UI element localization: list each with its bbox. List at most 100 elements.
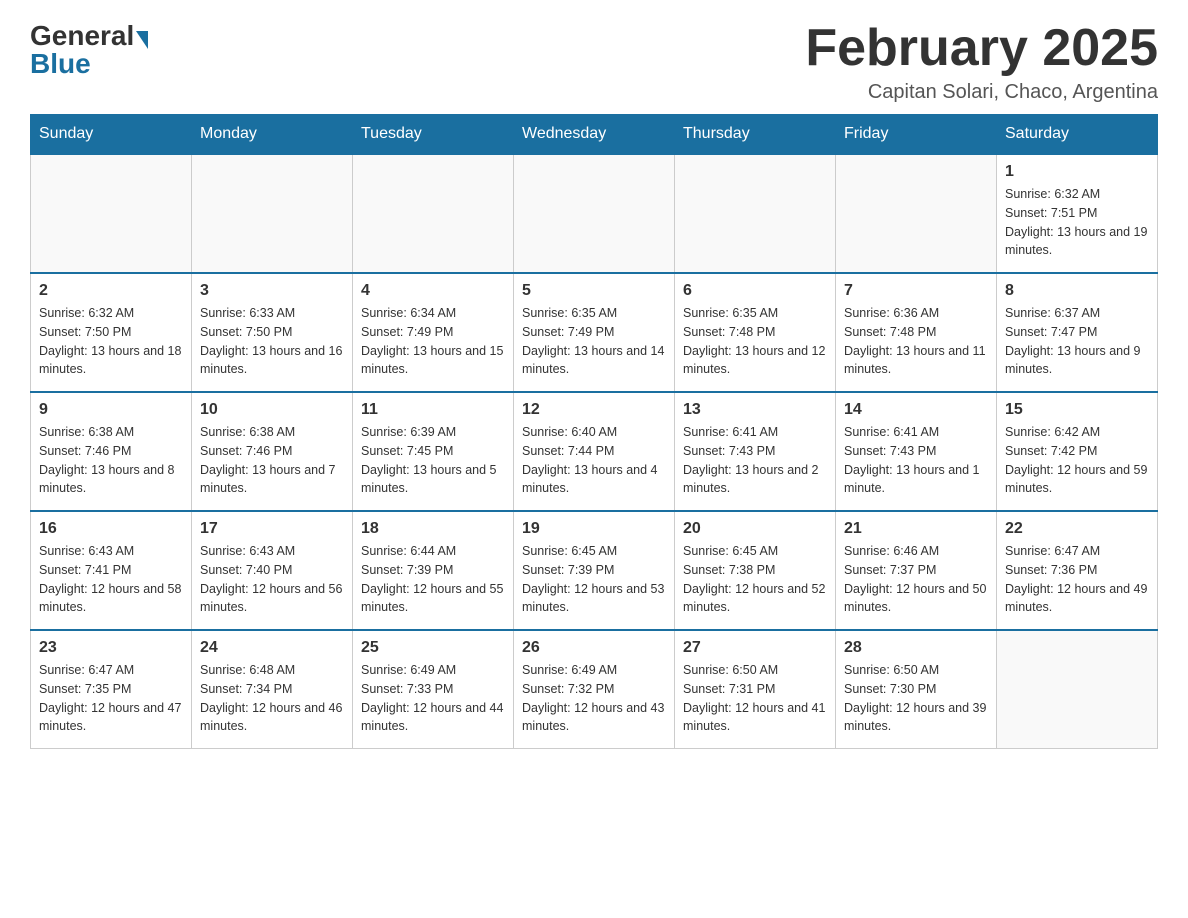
day-info: Sunrise: 6:46 AMSunset: 7:37 PMDaylight:… bbox=[844, 542, 988, 617]
day-number: 1 bbox=[1005, 163, 1149, 181]
calendar-cell bbox=[675, 154, 836, 273]
day-number: 28 bbox=[844, 639, 988, 657]
day-info: Sunrise: 6:36 AMSunset: 7:48 PMDaylight:… bbox=[844, 304, 988, 379]
calendar-cell: 18 Sunrise: 6:44 AMSunset: 7:39 PMDayligh… bbox=[353, 511, 514, 630]
day-number: 18 bbox=[361, 520, 505, 538]
calendar-cell: 13 Sunrise: 6:41 AMSunset: 7:43 PMDayligh… bbox=[675, 392, 836, 511]
location-text: Capitan Solari, Chaco, Argentina bbox=[805, 81, 1158, 104]
day-number: 9 bbox=[39, 401, 183, 419]
day-info: Sunrise: 6:32 AMSunset: 7:51 PMDaylight:… bbox=[1005, 185, 1149, 260]
day-info: Sunrise: 6:35 AMSunset: 7:49 PMDaylight:… bbox=[522, 304, 666, 379]
day-number: 3 bbox=[200, 282, 344, 300]
calendar-cell: 7 Sunrise: 6:36 AMSunset: 7:48 PMDaylight… bbox=[836, 273, 997, 392]
day-info: Sunrise: 6:34 AMSunset: 7:49 PMDaylight:… bbox=[361, 304, 505, 379]
calendar-cell: 6 Sunrise: 6:35 AMSunset: 7:48 PMDaylight… bbox=[675, 273, 836, 392]
day-info: Sunrise: 6:40 AMSunset: 7:44 PMDaylight:… bbox=[522, 423, 666, 498]
calendar-cell bbox=[514, 154, 675, 273]
calendar-cell: 25Sunrise: 6:49 AMSunset: 7:33 PMDayligh… bbox=[353, 630, 514, 749]
day-info: Sunrise: 6:37 AMSunset: 7:47 PMDaylight:… bbox=[1005, 304, 1149, 379]
day-info: Sunrise: 6:42 AMSunset: 7:42 PMDaylight:… bbox=[1005, 423, 1149, 498]
day-info: Sunrise: 6:45 AMSunset: 7:39 PMDaylight:… bbox=[522, 542, 666, 617]
calendar-week-row: 9 Sunrise: 6:38 AMSunset: 7:46 PMDaylight… bbox=[31, 392, 1158, 511]
calendar-cell bbox=[836, 154, 997, 273]
day-info: Sunrise: 6:49 AMSunset: 7:32 PMDaylight:… bbox=[522, 661, 666, 736]
day-number: 24 bbox=[200, 639, 344, 657]
day-number: 26 bbox=[522, 639, 666, 657]
day-number: 21 bbox=[844, 520, 988, 538]
day-number: 14 bbox=[844, 401, 988, 419]
calendar-cell: 20 Sunrise: 6:45 AMSunset: 7:38 PMDayligh… bbox=[675, 511, 836, 630]
calendar-cell: 28 Sunrise: 6:50 AMSunset: 7:30 PMDayligh… bbox=[836, 630, 997, 749]
day-info: Sunrise: 6:33 AMSunset: 7:50 PMDaylight:… bbox=[200, 304, 344, 379]
calendar-cell bbox=[192, 154, 353, 273]
calendar-cell bbox=[997, 630, 1158, 749]
day-number: 16 bbox=[39, 520, 183, 538]
calendar-week-row: 23Sunrise: 6:47 AMSunset: 7:35 PMDayligh… bbox=[31, 630, 1158, 749]
calendar-cell: 3 Sunrise: 6:33 AMSunset: 7:50 PMDaylight… bbox=[192, 273, 353, 392]
day-number: 6 bbox=[683, 282, 827, 300]
calendar-cell bbox=[31, 154, 192, 273]
day-info: Sunrise: 6:38 AMSunset: 7:46 PMDaylight:… bbox=[39, 423, 183, 498]
day-info: Sunrise: 6:43 AMSunset: 7:41 PMDaylight:… bbox=[39, 542, 183, 617]
day-info: Sunrise: 6:32 AMSunset: 7:50 PMDaylight:… bbox=[39, 304, 183, 379]
day-info: Sunrise: 6:44 AMSunset: 7:39 PMDaylight:… bbox=[361, 542, 505, 617]
day-number: 4 bbox=[361, 282, 505, 300]
day-info: Sunrise: 6:47 AMSunset: 7:35 PMDaylight:… bbox=[39, 661, 183, 736]
day-info: Sunrise: 6:48 AMSunset: 7:34 PMDaylight:… bbox=[200, 661, 344, 736]
calendar-cell: 1 Sunrise: 6:32 AMSunset: 7:51 PMDaylight… bbox=[997, 154, 1158, 273]
weekday-header-tuesday: Tuesday bbox=[353, 115, 514, 155]
weekday-header-saturday: Saturday bbox=[997, 115, 1158, 155]
calendar-cell: 15 Sunrise: 6:42 AMSunset: 7:42 PMDayligh… bbox=[997, 392, 1158, 511]
day-number: 15 bbox=[1005, 401, 1149, 419]
calendar-cell: 5 Sunrise: 6:35 AMSunset: 7:49 PMDaylight… bbox=[514, 273, 675, 392]
day-info: Sunrise: 6:38 AMSunset: 7:46 PMDaylight:… bbox=[200, 423, 344, 498]
calendar-week-row: 1 Sunrise: 6:32 AMSunset: 7:51 PMDaylight… bbox=[31, 154, 1158, 273]
day-number: 10 bbox=[200, 401, 344, 419]
calendar-cell: 22 Sunrise: 6:47 AMSunset: 7:36 PMDayligh… bbox=[997, 511, 1158, 630]
calendar-cell: 23Sunrise: 6:47 AMSunset: 7:35 PMDayligh… bbox=[31, 630, 192, 749]
day-info: Sunrise: 6:49 AMSunset: 7:33 PMDaylight:… bbox=[361, 661, 505, 736]
day-number: 20 bbox=[683, 520, 827, 538]
day-info: Sunrise: 6:47 AMSunset: 7:36 PMDaylight:… bbox=[1005, 542, 1149, 617]
calendar-cell: 14Sunrise: 6:41 AMSunset: 7:43 PMDayligh… bbox=[836, 392, 997, 511]
weekday-header-thursday: Thursday bbox=[675, 115, 836, 155]
weekday-header-wednesday: Wednesday bbox=[514, 115, 675, 155]
day-number: 22 bbox=[1005, 520, 1149, 538]
calendar-week-row: 16 Sunrise: 6:43 AMSunset: 7:41 PMDayligh… bbox=[31, 511, 1158, 630]
calendar-cell: 26 Sunrise: 6:49 AMSunset: 7:32 PMDayligh… bbox=[514, 630, 675, 749]
day-info: Sunrise: 6:50 AMSunset: 7:30 PMDaylight:… bbox=[844, 661, 988, 736]
calendar-cell: 11 Sunrise: 6:39 AMSunset: 7:45 PMDayligh… bbox=[353, 392, 514, 511]
day-number: 13 bbox=[683, 401, 827, 419]
calendar-cell: 19 Sunrise: 6:45 AMSunset: 7:39 PMDayligh… bbox=[514, 511, 675, 630]
day-number: 11 bbox=[361, 401, 505, 419]
day-number: 19 bbox=[522, 520, 666, 538]
calendar-cell: 4 Sunrise: 6:34 AMSunset: 7:49 PMDaylight… bbox=[353, 273, 514, 392]
calendar-cell: 17 Sunrise: 6:43 AMSunset: 7:40 PMDayligh… bbox=[192, 511, 353, 630]
day-number: 8 bbox=[1005, 282, 1149, 300]
day-info: Sunrise: 6:35 AMSunset: 7:48 PMDaylight:… bbox=[683, 304, 827, 379]
day-number: 7 bbox=[844, 282, 988, 300]
logo: General Blue bbox=[30, 20, 150, 80]
day-info: Sunrise: 6:41 AMSunset: 7:43 PMDaylight:… bbox=[683, 423, 827, 498]
calendar-table: SundayMondayTuesdayWednesdayThursdayFrid… bbox=[30, 114, 1158, 749]
day-number: 27 bbox=[683, 639, 827, 657]
day-number: 5 bbox=[522, 282, 666, 300]
calendar-cell: 9 Sunrise: 6:38 AMSunset: 7:46 PMDaylight… bbox=[31, 392, 192, 511]
calendar-cell: 2Sunrise: 6:32 AMSunset: 7:50 PMDaylight… bbox=[31, 273, 192, 392]
month-title: February 2025 bbox=[805, 20, 1158, 77]
calendar-cell: 10 Sunrise: 6:38 AMSunset: 7:46 PMDayligh… bbox=[192, 392, 353, 511]
day-info: Sunrise: 6:43 AMSunset: 7:40 PMDaylight:… bbox=[200, 542, 344, 617]
day-info: Sunrise: 6:39 AMSunset: 7:45 PMDaylight:… bbox=[361, 423, 505, 498]
calendar-cell: 8 Sunrise: 6:37 AMSunset: 7:47 PMDaylight… bbox=[997, 273, 1158, 392]
calendar-cell: 16 Sunrise: 6:43 AMSunset: 7:41 PMDayligh… bbox=[31, 511, 192, 630]
calendar-week-row: 2Sunrise: 6:32 AMSunset: 7:50 PMDaylight… bbox=[31, 273, 1158, 392]
calendar-cell: 12 Sunrise: 6:40 AMSunset: 7:44 PMDayligh… bbox=[514, 392, 675, 511]
page-header: General Blue February 2025 Capitan Solar… bbox=[30, 20, 1158, 104]
day-number: 12 bbox=[522, 401, 666, 419]
weekday-header-friday: Friday bbox=[836, 115, 997, 155]
weekday-header-row: SundayMondayTuesdayWednesdayThursdayFrid… bbox=[31, 115, 1158, 155]
weekday-header-sunday: Sunday bbox=[31, 115, 192, 155]
calendar-cell: 21 Sunrise: 6:46 AMSunset: 7:37 PMDayligh… bbox=[836, 511, 997, 630]
day-number: 17 bbox=[200, 520, 344, 538]
day-info: Sunrise: 6:45 AMSunset: 7:38 PMDaylight:… bbox=[683, 542, 827, 617]
